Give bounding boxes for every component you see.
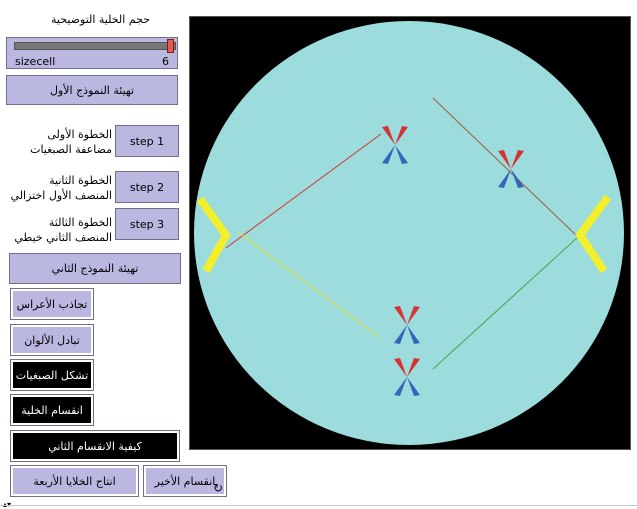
four-cells-button-label[interactable]: انتاج الخلايا الأربعة [13, 468, 136, 494]
four-cells-button[interactable]: انتاج الخلايا الأربعة [10, 465, 139, 497]
setup-model-one-button[interactable]: تهيئة النموذج الأول [6, 75, 178, 105]
chromosome-formation-button-label[interactable]: تشكل الصبغيات [13, 362, 91, 388]
step2-label-line2: المنصف الأول اختزالي [10, 189, 112, 202]
slider-track[interactable] [14, 42, 176, 50]
second-division-button-label[interactable]: كيفية الانقسام الثاني [13, 433, 177, 459]
attraction-button[interactable]: تجاذب الأعراس [10, 288, 94, 320]
sizecell-slider[interactable]: sizecell 6 [6, 37, 178, 69]
exchange-colors-button-label[interactable]: تبادل الألوان [13, 327, 91, 353]
slider-value: 6 [162, 55, 169, 68]
step3-button[interactable]: step 3 [115, 208, 179, 240]
step1-button[interactable]: step 1 [115, 125, 179, 157]
attraction-button-label[interactable]: تجاذب الأعراس [13, 291, 91, 317]
forever-loop-icon: ↻ [212, 481, 223, 495]
step1-label: الخطوة الأولى مضاعفة الصبغيات [4, 127, 112, 157]
exchange-colors-button[interactable]: تبادل الألوان [10, 324, 94, 356]
step2-button[interactable]: step 2 [115, 171, 179, 203]
world-view[interactable] [189, 16, 631, 450]
step3-label: الخطوة الثالثة المنصف الثاني خيطي [4, 215, 112, 245]
second-division-button[interactable]: كيفية الانقسام الثاني [10, 430, 180, 462]
bottom-divider [0, 505, 637, 506]
cell-division-button[interactable]: انقسام الخلية [10, 394, 94, 426]
step1-label-line1: الخطوة الأولى [47, 128, 112, 141]
slider-handle[interactable] [167, 39, 174, 53]
setup-model-two-button[interactable]: تهيئة النموذج الثاني [9, 253, 181, 284]
slider-variable-name: sizecell [15, 55, 56, 68]
step2-label-line1: الخطوة الثانية [49, 174, 112, 187]
chromosome-formation-button[interactable]: تشكل الصبغيات [10, 359, 94, 391]
step3-label-line2: المنصف الثاني خيطي [14, 231, 112, 244]
slider-title: حجم الخلية التوضيحية [51, 13, 150, 26]
last-division-button[interactable]: انقسام الأخير ↻ [143, 465, 227, 497]
step2-label: الخطوة الثانية المنصف الأول اختزالي [4, 173, 112, 203]
step3-label-line1: الخطوة الثالثة [48, 216, 112, 229]
cell-division-button-label[interactable]: انقسام الخلية [13, 397, 91, 423]
world-canvas [194, 21, 624, 445]
step1-label-line2: مضاعفة الصبغيات [30, 143, 112, 156]
